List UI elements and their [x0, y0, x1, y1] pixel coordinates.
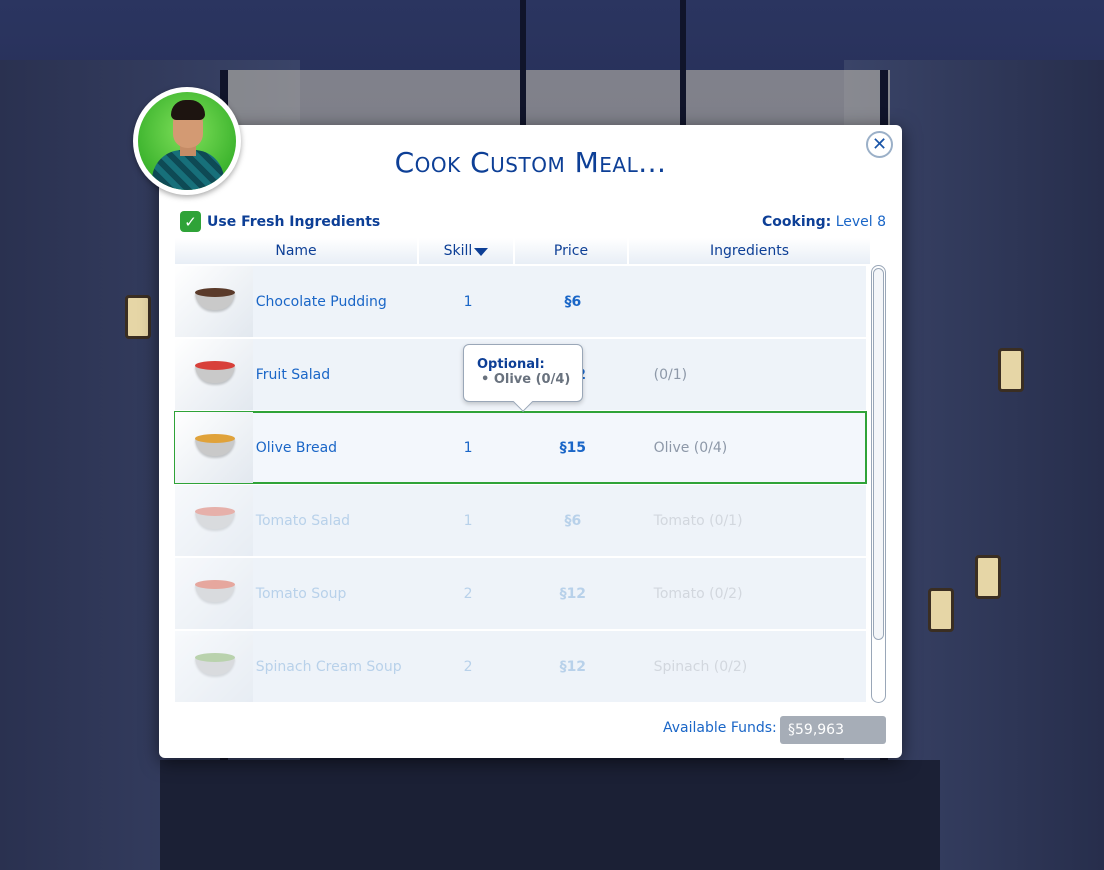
recipe-price: §12	[559, 658, 587, 675]
recipe-name: Fruit Salad	[255, 366, 331, 383]
sort-descending-icon	[474, 248, 489, 256]
dish-thumbnail	[175, 631, 253, 702]
dish-thumbnail	[175, 485, 253, 556]
recipe-skill: 2	[463, 585, 473, 602]
available-funds-label: Available Funds:	[663, 720, 777, 736]
dish-thumbnail	[175, 339, 253, 410]
recipe-ingredients: Tomato (0/2)	[653, 585, 743, 602]
recipe-name: Tomato Soup	[255, 585, 347, 602]
available-funds-value: §59,963	[780, 716, 886, 744]
recipe-skill: 2	[463, 658, 473, 675]
tooltip-title: Optional:	[477, 357, 545, 372]
recipe-ingredients: Olive (0/4)	[653, 439, 728, 456]
cooking-label: Cooking:	[762, 214, 832, 230]
recipe-list: Chocolate Pudding 1 §6 Fruit Salad 1 §12…	[174, 266, 867, 704]
recipe-name: Olive Bread	[255, 439, 338, 456]
recipe-row[interactable]: Chocolate Pudding 1 §6	[175, 266, 866, 337]
cooking-skill-level: Cooking: Level 8	[762, 214, 886, 230]
recipe-skill: 1	[463, 512, 473, 529]
tooltip-item: • Olive (0/4)	[481, 372, 571, 387]
column-header-skill[interactable]: Skill	[419, 238, 515, 264]
dish-thumbnail	[175, 266, 253, 337]
recipe-skill: 1	[463, 439, 473, 456]
column-header-name[interactable]: Name	[175, 238, 419, 264]
recipe-price: §12	[559, 585, 587, 602]
recipe-name: Tomato Salad	[255, 512, 351, 529]
table-header: Name Skill Price Ingredients	[175, 238, 870, 264]
column-header-price[interactable]: Price	[515, 238, 629, 264]
recipe-ingredients: Tomato (0/1)	[653, 512, 743, 529]
recipe-name: Spinach Cream Soup	[255, 658, 402, 675]
recipe-price: §6	[564, 293, 582, 310]
cooking-level: Level 8	[835, 214, 886, 230]
list-scrollbar[interactable]	[871, 265, 886, 703]
dish-thumbnail	[175, 412, 253, 483]
recipe-row[interactable]: Spinach Cream Soup 2 §12 Spinach (0/2)	[175, 631, 866, 702]
column-header-ingredients[interactable]: Ingredients	[629, 238, 870, 264]
fresh-ingredients-label: Use Fresh Ingredients	[207, 213, 381, 230]
ingredient-tooltip: Optional: • Olive (0/4)	[463, 344, 583, 402]
recipe-row-selected[interactable]: Olive Bread 1 §15 Olive (0/4)	[174, 411, 867, 484]
dish-thumbnail	[175, 558, 253, 629]
recipe-price: §15	[559, 439, 587, 456]
fresh-ingredients-toggle[interactable]: ✓ Use Fresh Ingredients	[180, 211, 380, 232]
recipe-skill: 1	[463, 293, 473, 310]
recipe-name: Chocolate Pudding	[255, 293, 387, 310]
recipe-row[interactable]: Tomato Salad 1 §6 Tomato (0/1)	[175, 485, 866, 556]
dialog-title: Cook Custom Meal...	[394, 146, 667, 179]
recipe-ingredients: Spinach (0/2)	[653, 658, 748, 675]
recipe-row[interactable]: Tomato Soup 2 §12 Tomato (0/2)	[175, 558, 866, 629]
scrollbar-thumb[interactable]	[873, 268, 884, 640]
recipe-price: §6	[564, 512, 582, 529]
recipe-ingredients: (0/1)	[653, 366, 688, 383]
checkbox-checked-icon[interactable]: ✓	[180, 211, 201, 232]
